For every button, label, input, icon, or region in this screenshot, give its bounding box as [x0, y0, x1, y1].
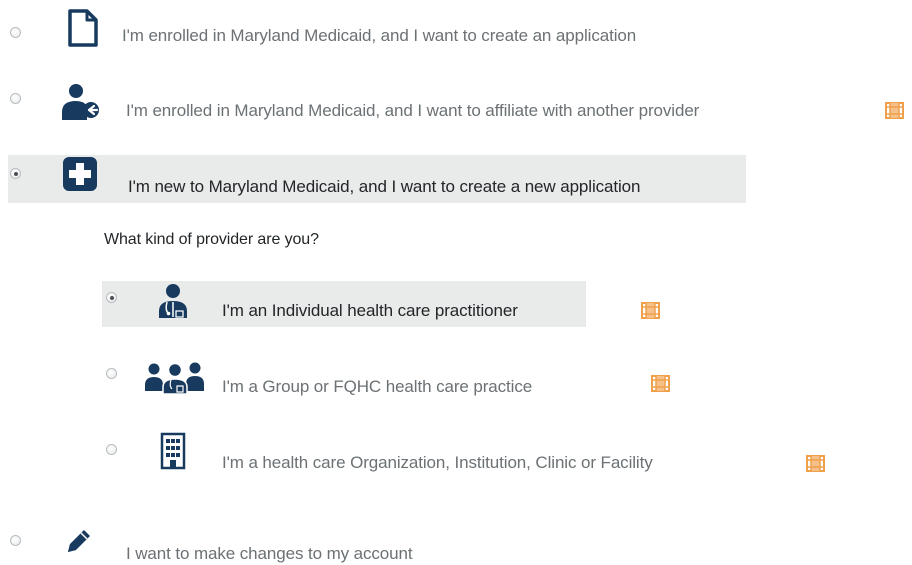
video-icon[interactable]: [641, 302, 660, 319]
option-label-affiliate[interactable]: I'm enrolled in Maryland Medicaid, and I…: [126, 101, 699, 121]
user-arrow-icon: [62, 84, 99, 120]
provider-question: What kind of provider are you?: [104, 231, 319, 248]
provider-label-group[interactable]: I'm a Group or FQHC health care practice: [222, 377, 532, 397]
document-icon: [68, 9, 98, 47]
radio-new-application[interactable]: [10, 168, 21, 179]
building-icon: [160, 432, 186, 470]
option-label-make-changes[interactable]: I want to make changes to my account: [126, 544, 413, 564]
option-label-create-application[interactable]: I'm enrolled in Maryland Medicaid, and I…: [122, 26, 636, 46]
provider-label-individual[interactable]: I'm an Individual health care practition…: [222, 301, 518, 321]
video-icon[interactable]: [806, 455, 825, 472]
radio-make-changes[interactable]: [10, 535, 21, 546]
medical-cross-icon: [63, 157, 97, 191]
provider-label-organization[interactable]: I'm a health care Organization, Institut…: [222, 453, 653, 473]
pencil-icon: [68, 530, 90, 552]
option-label-new-application[interactable]: I'm new to Maryland Medicaid, and I want…: [128, 177, 640, 197]
radio-create-application[interactable]: [10, 27, 21, 38]
doctor-icon: [159, 284, 187, 318]
radio-affiliate[interactable]: [10, 93, 21, 104]
video-icon[interactable]: [651, 375, 670, 392]
radio-organization[interactable]: [106, 444, 117, 455]
radio-individual[interactable]: [106, 292, 117, 303]
group-doctors-icon: [145, 362, 204, 395]
radio-group[interactable]: [106, 368, 117, 379]
video-icon[interactable]: [885, 102, 904, 119]
